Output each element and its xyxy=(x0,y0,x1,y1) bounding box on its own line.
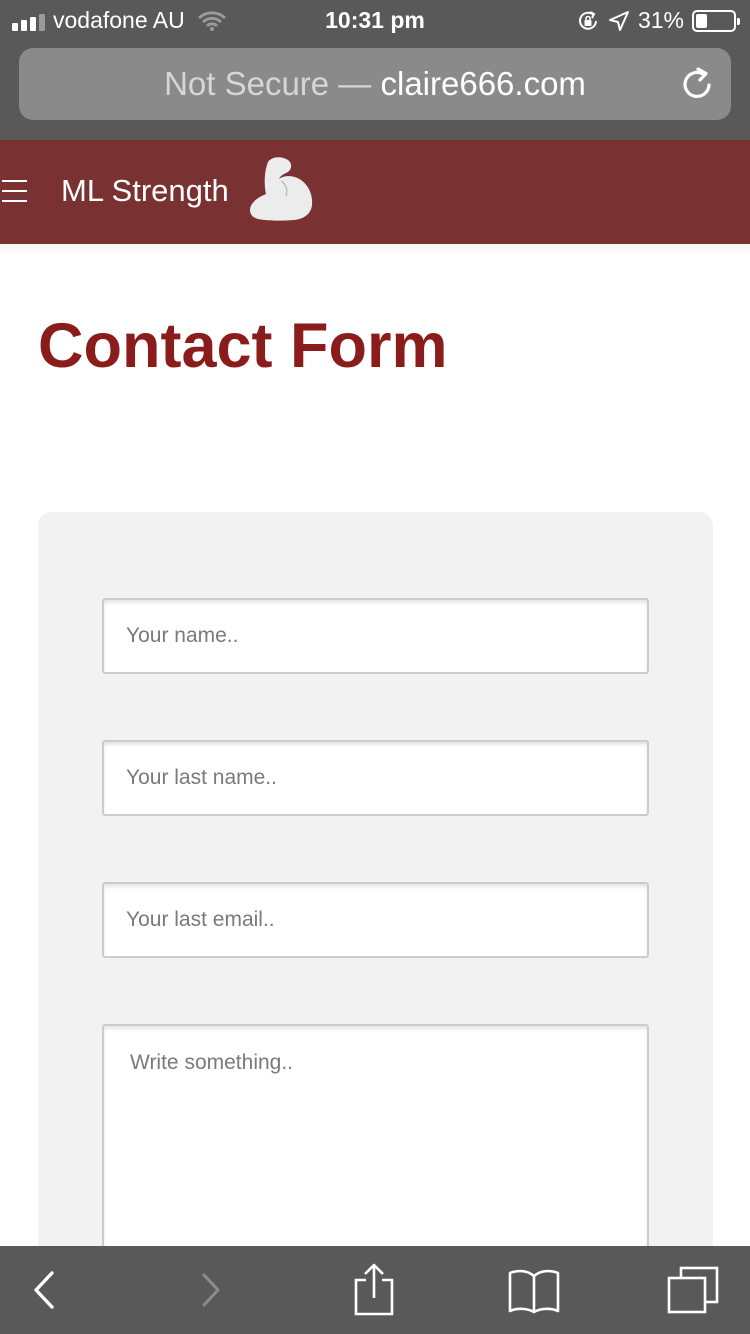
tabs-button[interactable] xyxy=(664,1260,722,1320)
flexed-bicep-icon xyxy=(250,157,313,221)
contact-form: Your name.. Your last name.. Your last e… xyxy=(38,512,713,1284)
forward-button[interactable] xyxy=(190,1260,234,1320)
reload-icon[interactable] xyxy=(681,66,715,102)
bookmarks-button[interactable] xyxy=(505,1260,563,1320)
tabs-icon xyxy=(667,1266,719,1314)
first-name-placeholder: Your name.. xyxy=(126,624,239,647)
chevron-right-icon xyxy=(202,1273,220,1307)
share-button[interactable] xyxy=(348,1260,400,1320)
address-text[interactable]: Not Secure — claire666.com xyxy=(19,65,731,103)
url-domain: claire666.com xyxy=(380,65,586,102)
last-name-placeholder: Your last name.. xyxy=(126,766,277,789)
email-placeholder: Your last email.. xyxy=(126,908,275,931)
message-textarea[interactable]: Write something.. xyxy=(102,1024,649,1284)
battery-level-fill xyxy=(696,13,707,28)
chevron-left-icon xyxy=(34,1271,54,1309)
message-placeholder: Write something.. xyxy=(130,1051,294,1074)
share-icon xyxy=(354,1263,394,1316)
address-bar[interactable]: Not Secure — claire666.com xyxy=(19,48,731,120)
rotation-lock-icon xyxy=(578,10,597,30)
header-shadow xyxy=(0,244,750,256)
hamburger-menu-icon[interactable] xyxy=(2,180,27,202)
battery-percent: 31% xyxy=(637,7,684,33)
book-icon xyxy=(508,1269,560,1314)
last-name-input[interactable]: Your last name.. xyxy=(102,740,649,816)
first-name-input[interactable]: Your name.. xyxy=(102,598,649,674)
browser-toolbar xyxy=(0,1246,750,1334)
site-brand[interactable]: ML Strength xyxy=(61,173,229,209)
status-bar: vodafone AU 10:31 pm 31% xyxy=(0,0,750,42)
back-button[interactable] xyxy=(22,1260,66,1320)
site-header: ML Strength xyxy=(0,140,750,244)
security-warning: Not Secure — xyxy=(164,65,372,102)
location-arrow-icon xyxy=(608,10,629,31)
page-title: Contact Form xyxy=(38,311,448,381)
battery-icon xyxy=(692,9,740,32)
email-input[interactable]: Your last email.. xyxy=(102,882,649,958)
browser-chrome-top: vodafone AU 10:31 pm 31% Not Secure — cl… xyxy=(0,0,750,140)
status-right: 31% xyxy=(576,7,740,34)
